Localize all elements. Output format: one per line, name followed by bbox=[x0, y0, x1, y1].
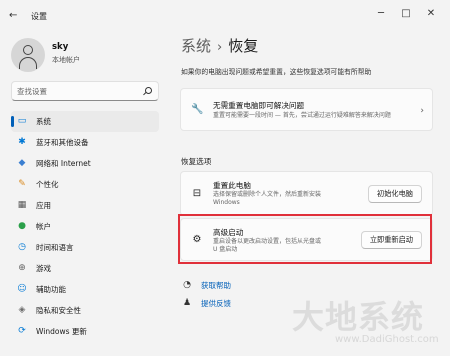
search-box bbox=[11, 81, 159, 101]
get-help-label[interactable]: 获取帮助 bbox=[201, 280, 231, 291]
sidebar: sky 本地帐户 ▭ 系统 ✱ 蓝牙和其他设备 ◆ 网络和 Internet ✎ 个性化 ▦ 应用… bbox=[0, 28, 165, 356]
give-feedback-label[interactable]: 提供反馈 bbox=[201, 298, 231, 309]
active-indicator bbox=[11, 116, 14, 127]
sidebar-item[interactable]: ☺ 辅助功能 bbox=[11, 279, 159, 300]
user-name: sky bbox=[52, 42, 69, 52]
sidebar-item-label: 游戏 bbox=[36, 264, 51, 273]
breadcrumb-parent[interactable]: 系统 bbox=[181, 37, 211, 55]
maximize-button[interactable]: □ bbox=[396, 7, 416, 21]
sidebar-item[interactable]: ⟳ Windows 更新 bbox=[11, 321, 159, 342]
sidebar-item-label: Windows 更新 bbox=[36, 327, 87, 336]
close-button[interactable]: ✕ bbox=[421, 7, 441, 21]
sidebar-item[interactable]: ▭ 系统 bbox=[11, 111, 159, 132]
user-account-type: 本地帐户 bbox=[52, 56, 80, 64]
reset-pc-button[interactable]: 初始化电脑 bbox=[368, 185, 422, 203]
watermark-logo: 大地系统 bbox=[292, 298, 425, 336]
sidebar-item[interactable]: ✎ 个性化 bbox=[11, 174, 159, 195]
app-title: 设置 bbox=[31, 12, 47, 21]
card-description-line2: Windows bbox=[213, 199, 240, 206]
sidebar-item[interactable]: ◷ 时间和语言 bbox=[11, 237, 159, 258]
title-bar: ← 设置 ─ □ ✕ bbox=[0, 0, 450, 28]
brush-icon: ✎ bbox=[18, 179, 26, 189]
sidebar-item[interactable]: ● 帐户 bbox=[11, 216, 159, 237]
sidebar-item[interactable]: ✱ 蓝牙和其他设备 bbox=[11, 132, 159, 153]
sidebar-item[interactable]: ▦ 应用 bbox=[11, 195, 159, 216]
clock-globe-icon: ◷ bbox=[18, 242, 26, 252]
section-label-recovery-options: 恢复选项 bbox=[181, 157, 212, 166]
sidebar-item-label: 帐户 bbox=[36, 222, 51, 231]
sidebar-item-label: 隐私和安全性 bbox=[36, 306, 81, 315]
fix-without-reset-card[interactable]: 🔧 无需重置电脑即可解决问题 重置可能需要一段时间 — 首先，尝试通过运行疑难解… bbox=[180, 88, 433, 131]
chevron-right-icon: › bbox=[420, 106, 424, 116]
accessibility-icon: ☺ bbox=[17, 284, 27, 294]
sidebar-item-label: 网络和 Internet bbox=[36, 159, 91, 168]
breadcrumb: 系统 › 恢复 bbox=[181, 35, 258, 56]
breadcrumb-separator: › bbox=[217, 40, 223, 55]
reset-pc-icon: ⊟ bbox=[192, 188, 202, 199]
card-title: 无需重置电脑即可解决问题 bbox=[213, 101, 305, 110]
sidebar-item-label: 时间和语言 bbox=[36, 243, 74, 252]
avatar-body-icon bbox=[19, 57, 37, 69]
minimize-button[interactable]: ─ bbox=[371, 7, 391, 21]
reset-pc-card: ⊟ 重置此电脑 选择保留或删除个人文件，然后重新安装 Windows 初始化电脑 bbox=[180, 171, 433, 216]
card-title: 重置此电脑 bbox=[213, 181, 251, 190]
help-icon: ◔ bbox=[183, 280, 191, 290]
card-description-line1: 选择保留或删除个人文件，然后重新安装 bbox=[213, 191, 322, 198]
sidebar-item[interactable]: ◆ 网络和 Internet bbox=[11, 153, 159, 174]
sidebar-item-label: 蓝牙和其他设备 bbox=[36, 138, 89, 147]
gamepad-icon: ⊕ bbox=[18, 263, 26, 273]
network-icon: ◆ bbox=[18, 158, 26, 168]
sidebar-item-label: 个性化 bbox=[36, 180, 59, 189]
shield-icon: ◈ bbox=[18, 305, 26, 315]
monitor-icon: ▭ bbox=[17, 116, 27, 126]
avatar-head-icon bbox=[23, 45, 33, 55]
feedback-icon: ♟ bbox=[182, 298, 192, 308]
wrench-icon: 🔧 bbox=[191, 104, 204, 115]
sidebar-item-label: 系统 bbox=[36, 117, 51, 126]
back-arrow-icon[interactable]: ← bbox=[9, 10, 21, 22]
watermark-url: www.DadiGhost.com bbox=[335, 334, 439, 345]
highlight-box bbox=[178, 214, 432, 264]
sidebar-item-label: 应用 bbox=[36, 201, 51, 210]
sidebar-item-label: 辅助功能 bbox=[36, 285, 66, 294]
search-input[interactable] bbox=[17, 85, 137, 98]
bluetooth-icon: ✱ bbox=[18, 137, 26, 147]
avatar[interactable] bbox=[11, 38, 45, 72]
search-icon[interactable] bbox=[145, 87, 152, 94]
intro-text: 如果你的电脑出现问题或希望重置，这些恢复选项可能有所帮助 bbox=[181, 68, 372, 76]
sidebar-item[interactable]: ⊕ 游戏 bbox=[11, 258, 159, 279]
sidebar-item[interactable]: ◈ 隐私和安全性 bbox=[11, 300, 159, 321]
account-icon: ● bbox=[18, 221, 26, 231]
update-icon: ⟳ bbox=[18, 326, 26, 336]
page-title: 恢复 bbox=[228, 37, 259, 55]
card-description: 重置可能需要一段时间 — 首先，尝试通过运行疑难解答来解决问题 bbox=[213, 112, 391, 119]
apps-icon: ▦ bbox=[17, 200, 27, 210]
